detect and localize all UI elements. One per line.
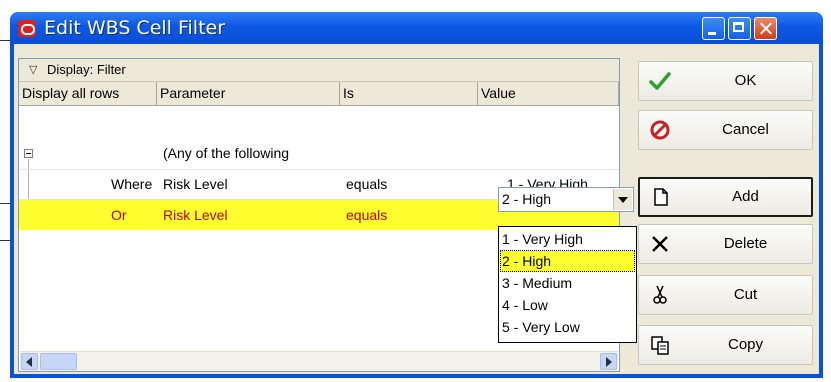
scroll-left-icon[interactable] <box>21 353 38 370</box>
cancel-button[interactable]: Cancel <box>638 110 813 150</box>
dropdown-option-very-high[interactable]: 1 - Very High <box>500 228 635 250</box>
row-or-is[interactable]: equals <box>346 200 387 230</box>
cancel-icon <box>650 120 670 140</box>
dropdown-option-medium[interactable]: 3 - Medium <box>500 272 635 294</box>
value-combo-box[interactable]: 2 - High <box>498 187 634 212</box>
close-icon[interactable] <box>754 17 777 40</box>
scroll-right-icon[interactable] <box>600 353 617 370</box>
copy-label: Copy <box>727 336 764 353</box>
dialog-client: ▽ Display: Filter Display all rows Param… <box>14 44 819 374</box>
row-where-is[interactable]: equals <box>346 169 387 199</box>
dropdown-option-very-low[interactable]: 5 - Very Low <box>500 316 635 338</box>
copy-button[interactable]: Copy <box>638 325 813 365</box>
column-header-is[interactable]: Is <box>340 82 478 106</box>
cut-label: Cut <box>733 286 758 303</box>
row-any-of-following[interactable]: (Any of the following <box>163 138 289 168</box>
value-combo-selected: 2 - High <box>502 191 552 207</box>
horizontal-scrollbar[interactable] <box>20 351 618 371</box>
chevron-down-icon: ▽ <box>29 64 38 76</box>
add-button[interactable]: Add <box>638 177 813 217</box>
display-filter-bar[interactable]: ▽ Display: Filter <box>19 59 619 82</box>
row-or-operator[interactable]: Or <box>111 200 127 230</box>
new-document-icon <box>654 188 668 206</box>
collapse-icon[interactable] <box>24 149 33 158</box>
ok-label: OK <box>734 72 757 89</box>
copy-icon <box>651 336 669 355</box>
window-title: Edit WBS Cell Filter <box>44 17 226 39</box>
callout-line-bottom <box>0 240 10 241</box>
maximize-icon[interactable] <box>728 17 751 40</box>
title-bar: Edit WBS Cell Filter <box>10 12 823 44</box>
column-header-value[interactable]: Value <box>478 82 619 106</box>
cut-button[interactable]: Cut <box>638 275 813 315</box>
cancel-label: Cancel <box>722 121 769 138</box>
value-dropdown-list: 1 - Very High 2 - High 3 - Medium 4 - Lo… <box>498 226 637 343</box>
delete-button[interactable]: Delete <box>638 224 813 264</box>
scroll-thumb[interactable] <box>40 353 77 370</box>
dropdown-option-low[interactable]: 4 - Low <box>500 294 635 316</box>
add-label: Add <box>732 188 759 205</box>
ok-button[interactable]: OK <box>638 61 813 101</box>
display-filter-label: Display: Filter <box>47 62 126 77</box>
row-where-parameter[interactable]: Risk Level <box>163 169 228 199</box>
row-or-parameter[interactable]: Risk Level <box>163 200 228 230</box>
checkmark-icon <box>649 72 671 90</box>
scissors-icon <box>653 285 667 304</box>
delete-label: Delete <box>723 235 768 252</box>
row-where-operator[interactable]: Where <box>111 169 152 199</box>
oracle-logo-icon <box>18 20 36 37</box>
column-header-display-all-rows[interactable]: Display all rows <box>19 82 157 106</box>
dropdown-arrow-icon[interactable] <box>613 189 632 210</box>
delete-x-icon <box>652 236 668 252</box>
dropdown-option-high[interactable]: 2 - High <box>500 250 635 272</box>
minimize-icon[interactable] <box>702 17 725 40</box>
dialog-window: Edit WBS Cell Filter ▽ Display: Filter D… <box>10 12 823 378</box>
callout-line-top <box>0 40 10 41</box>
column-header-parameter[interactable]: Parameter <box>157 82 340 106</box>
